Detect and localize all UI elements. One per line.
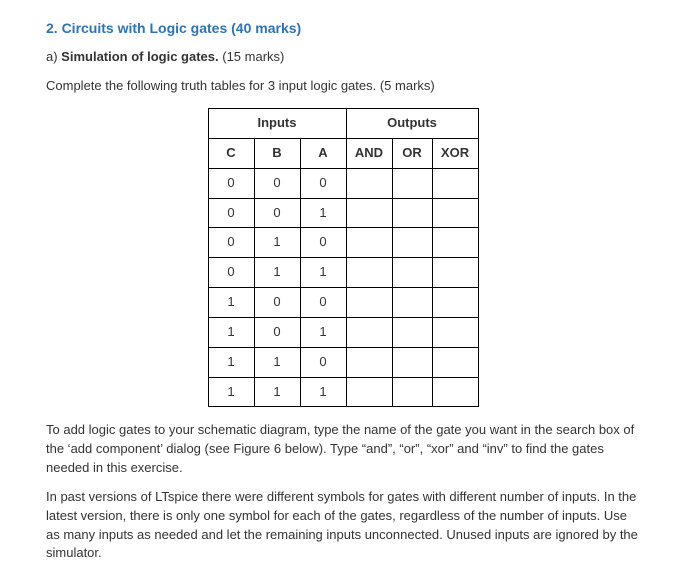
section-heading: 2. Circuits with Logic gates (40 marks): [46, 18, 640, 38]
cell-c: 0: [208, 228, 254, 258]
cell-xor[interactable]: [432, 168, 478, 198]
cell-b: 0: [254, 168, 300, 198]
subsection-line: a) Simulation of logic gates. (15 marks): [46, 48, 640, 67]
table-row: 1 1 0: [208, 347, 478, 377]
cell-or[interactable]: [392, 198, 432, 228]
table-row: 0 0 1: [208, 198, 478, 228]
cell-or[interactable]: [392, 258, 432, 288]
cell-b: 1: [254, 258, 300, 288]
cell-xor[interactable]: [432, 228, 478, 258]
cell-xor[interactable]: [432, 317, 478, 347]
cell-b: 1: [254, 377, 300, 407]
cell-and[interactable]: [346, 377, 392, 407]
cell-a: 0: [300, 347, 346, 377]
header-b: B: [254, 138, 300, 168]
cell-xor[interactable]: [432, 198, 478, 228]
cell-b: 1: [254, 347, 300, 377]
header-or: OR: [392, 138, 432, 168]
paragraph-ltspice-history: In past versions of LTspice there were d…: [46, 488, 640, 563]
cell-and[interactable]: [346, 347, 392, 377]
paragraph-add-gates: To add logic gates to your schematic dia…: [46, 421, 640, 478]
header-c: C: [208, 138, 254, 168]
cell-a: 0: [300, 168, 346, 198]
cell-c: 1: [208, 317, 254, 347]
cell-c: 1: [208, 377, 254, 407]
cell-c: 0: [208, 198, 254, 228]
table-row: 0 1 0: [208, 228, 478, 258]
subsection-letter: a): [46, 49, 61, 64]
cell-b: 0: [254, 288, 300, 318]
cell-or[interactable]: [392, 168, 432, 198]
truth-table: Inputs Outputs C B A AND OR XOR 0 0 0: [208, 108, 479, 407]
table-row: 1 0 0: [208, 288, 478, 318]
cell-and[interactable]: [346, 168, 392, 198]
cell-c: 0: [208, 258, 254, 288]
cell-xor[interactable]: [432, 347, 478, 377]
cell-b: 1: [254, 228, 300, 258]
table-row: 1 0 1: [208, 317, 478, 347]
instruction-text: Complete the following truth tables for …: [46, 77, 640, 96]
cell-or[interactable]: [392, 377, 432, 407]
header-xor: XOR: [432, 138, 478, 168]
header-group-inputs: Inputs: [208, 108, 346, 138]
cell-and[interactable]: [346, 228, 392, 258]
table-row: 0 0 0: [208, 168, 478, 198]
cell-b: 0: [254, 198, 300, 228]
cell-xor[interactable]: [432, 288, 478, 318]
cell-a: 1: [300, 317, 346, 347]
cell-a: 0: [300, 288, 346, 318]
header-a: A: [300, 138, 346, 168]
cell-a: 1: [300, 198, 346, 228]
cell-a: 1: [300, 377, 346, 407]
cell-and[interactable]: [346, 258, 392, 288]
cell-c: 0: [208, 168, 254, 198]
cell-xor[interactable]: [432, 258, 478, 288]
cell-xor[interactable]: [432, 377, 478, 407]
table-row: 0 1 1: [208, 258, 478, 288]
header-and: AND: [346, 138, 392, 168]
subsection-marks: (15 marks): [219, 49, 285, 64]
subsection-title: Simulation of logic gates.: [61, 49, 218, 64]
cell-or[interactable]: [392, 317, 432, 347]
cell-and[interactable]: [346, 317, 392, 347]
cell-and[interactable]: [346, 198, 392, 228]
cell-and[interactable]: [346, 288, 392, 318]
cell-or[interactable]: [392, 228, 432, 258]
cell-c: 1: [208, 288, 254, 318]
header-group-outputs: Outputs: [346, 108, 478, 138]
cell-a: 1: [300, 258, 346, 288]
truth-table-container: Inputs Outputs C B A AND OR XOR 0 0 0: [46, 108, 640, 407]
cell-or[interactable]: [392, 347, 432, 377]
cell-b: 0: [254, 317, 300, 347]
cell-or[interactable]: [392, 288, 432, 318]
truth-table-body: 0 0 0 0 0 1 0 1 0: [208, 168, 478, 407]
table-row: 1 1 1: [208, 377, 478, 407]
cell-a: 0: [300, 228, 346, 258]
cell-c: 1: [208, 347, 254, 377]
